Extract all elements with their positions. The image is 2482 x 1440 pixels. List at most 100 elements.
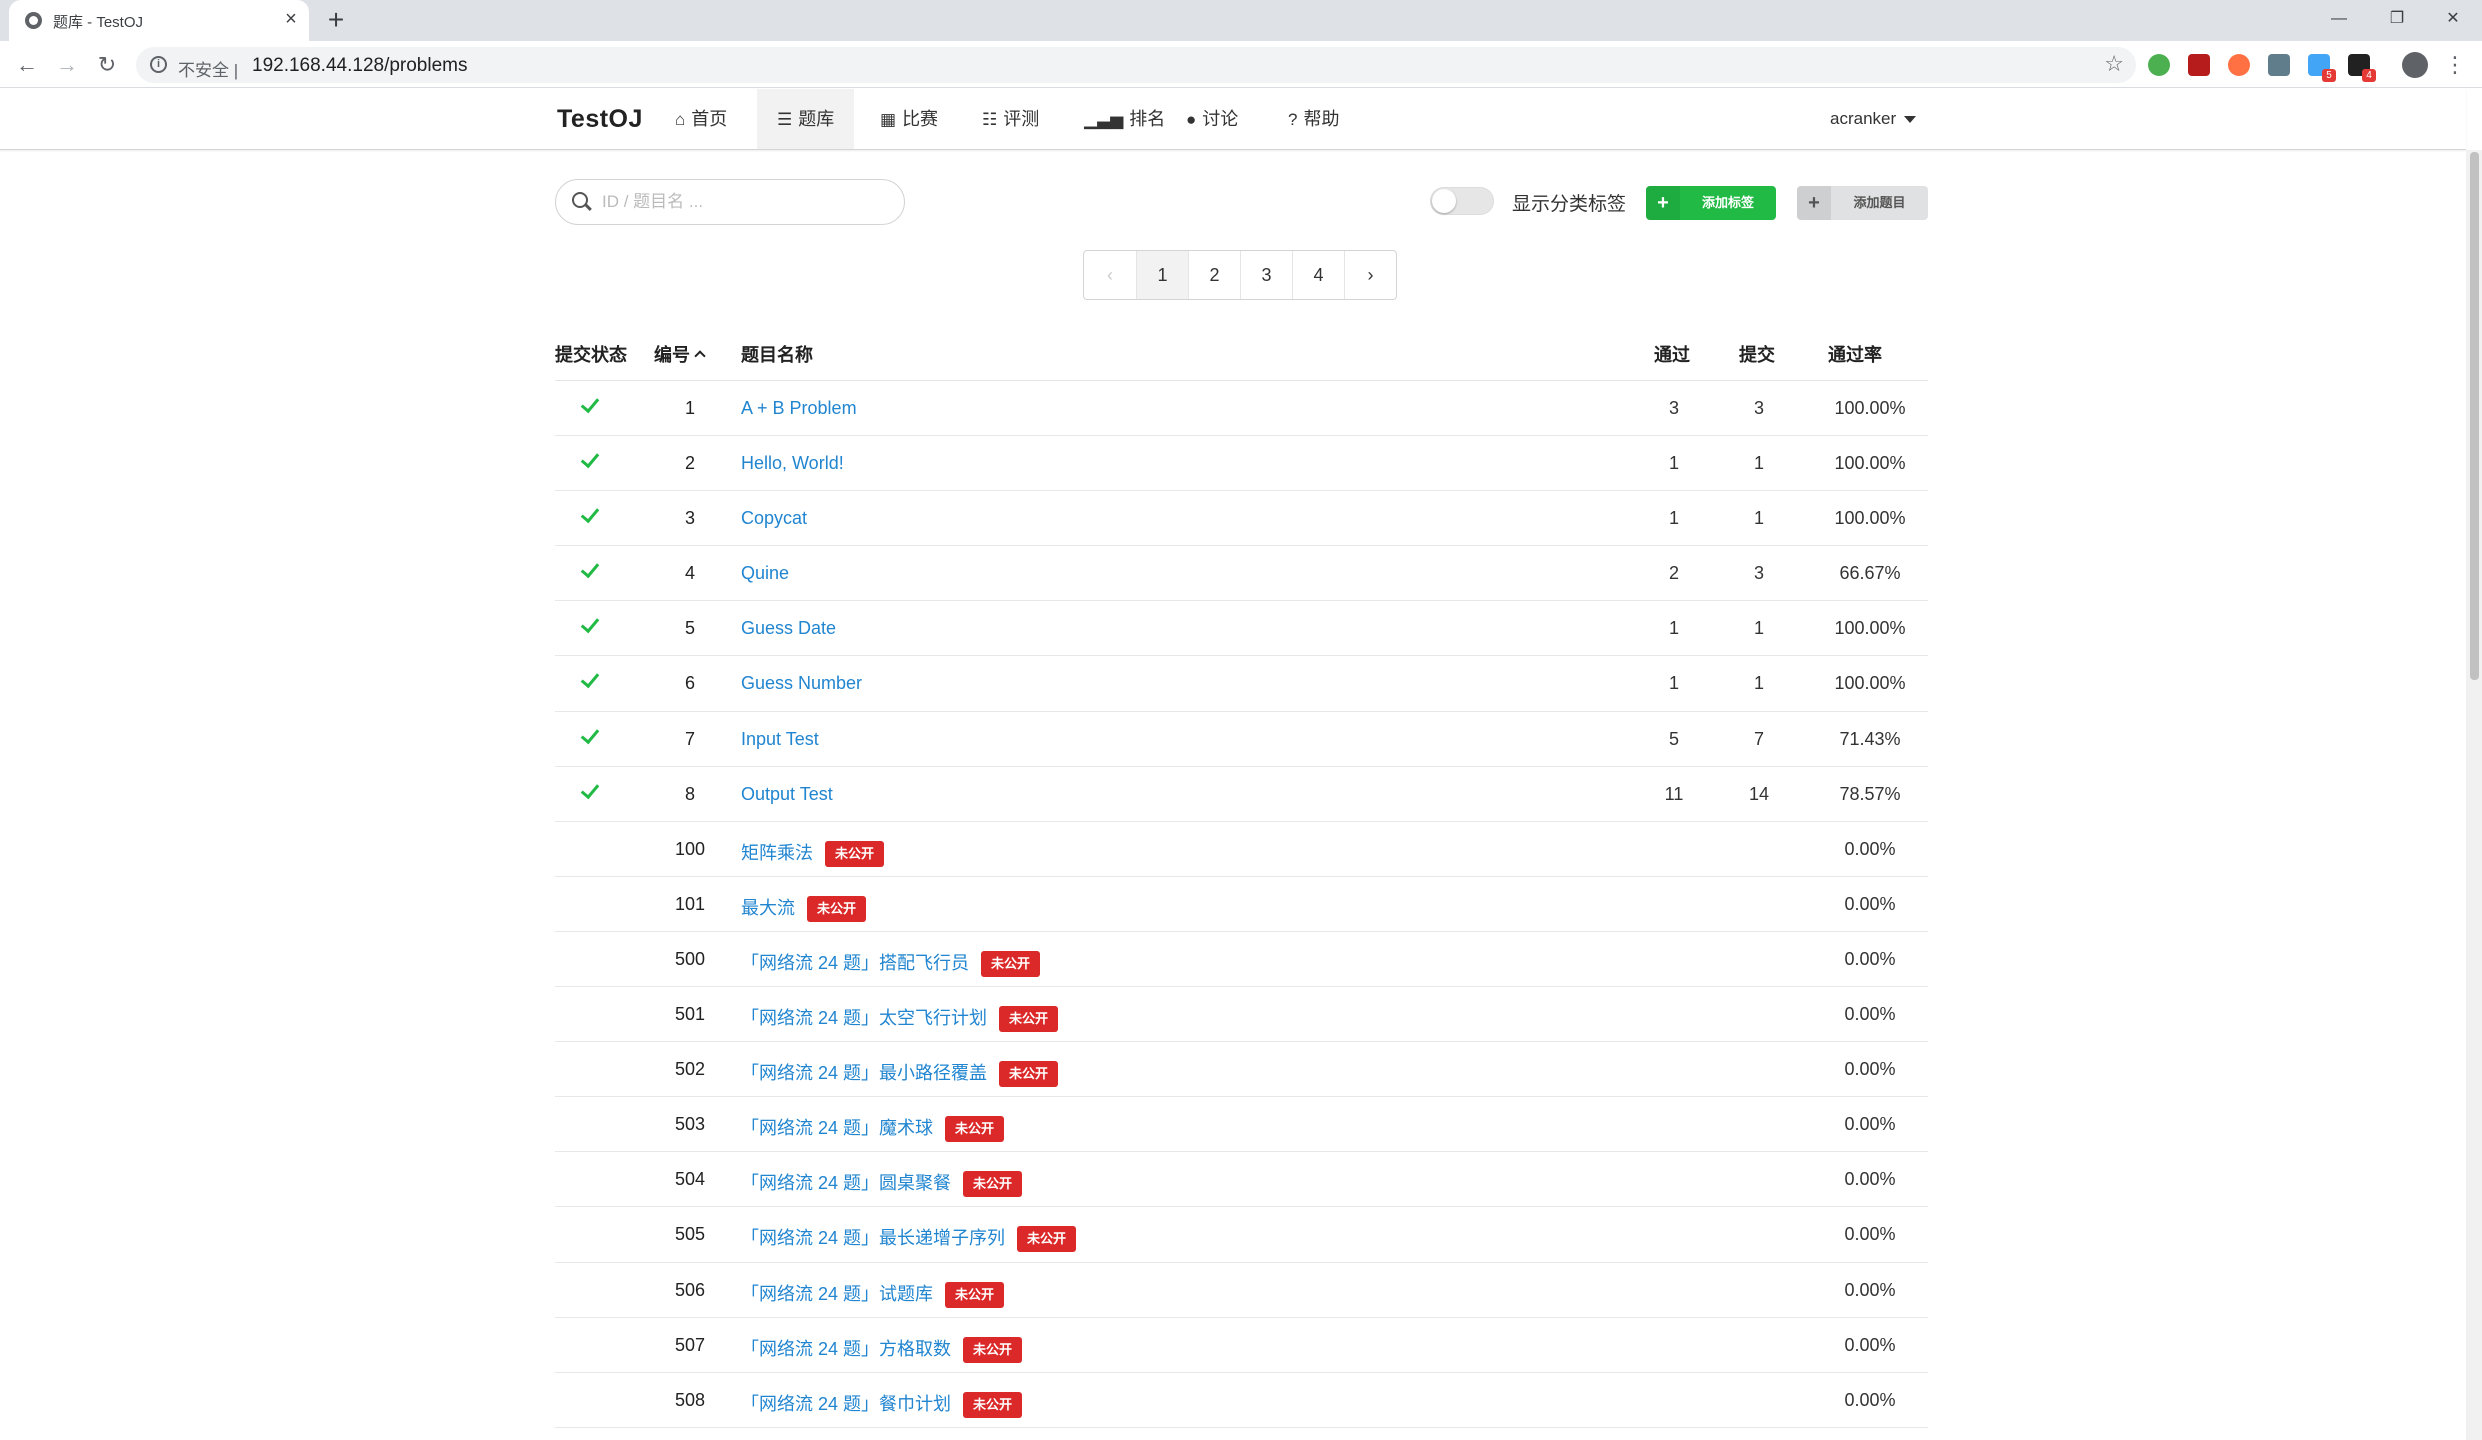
extension-icon[interactable] [2228,54,2250,76]
next-page-button[interactable]: › [1344,251,1396,299]
problem-id: 8 [684,783,695,804]
profile-avatar-icon[interactable] [2402,52,2428,78]
restore-window-button[interactable]: ❐ [2368,0,2426,38]
problem-title-link[interactable]: Copycat [741,508,807,528]
private-badge: 未公开 [999,1061,1059,1088]
submission-status [577,669,607,689]
forward-button[interactable]: → [50,48,84,82]
header-id[interactable]: 编号 [654,341,706,367]
accepted-count: 1 [1668,673,1679,694]
table-row: 507 「网络流 24 题」方格取数 未公开 0.00% [555,1318,1928,1373]
problem-id: 100 [674,838,706,859]
bookmark-star-icon[interactable]: ☆ [2104,51,2124,77]
problem-title-link[interactable]: A + B Problem [741,398,857,418]
nav-contests[interactable]: ▦ 比赛 [860,89,958,149]
url-text[interactable]: 192.168.44.128/problems [252,55,468,77]
submission-status [577,393,607,414]
site-logo[interactable]: TestOJ [557,105,643,134]
home-icon: ⌂ [675,110,686,129]
private-badge: 未公开 [981,950,1041,977]
address-bar[interactable]: i 不安全 | 192.168.44.128/problems ☆ [136,47,2136,83]
problem-title-link[interactable]: 「网络流 24 题」方格取数 [741,1339,951,1359]
plus-icon: + [1797,186,1831,220]
check-icon [580,614,600,634]
extension-icon[interactable]: 4 [2348,54,2376,82]
nav-help[interactable]: ? 帮助 [1268,89,1359,149]
show-tags-label[interactable]: 显示分类标签 [1512,189,1626,216]
pass-rate: 0.00% [1844,1224,1896,1245]
nav-discussion[interactable]: ● 讨论 [1166,89,1258,149]
problem-title-link[interactable]: Output Test [741,784,833,804]
nav-judge[interactable]: ☷ 评测 [962,89,1059,149]
problem-title-link[interactable]: Quine [741,563,789,583]
submission-status [577,724,607,744]
table-body: 1A + B Problem 3 3 100.00% 2 Hello, World! 1 1 1… [555,381,1928,1428]
page-2-button[interactable]: 2 [1188,251,1240,299]
browser-menu-icon[interactable]: ⋮ [2444,48,2466,82]
extension-icon[interactable] [2268,54,2290,76]
new-tab-button[interactable]: + [320,5,352,37]
private-badge: 未公开 [963,1391,1023,1418]
scrollbar-thumb[interactable] [2470,152,2479,680]
close-tab-icon[interactable]: × [280,8,302,30]
problem-title-link[interactable]: 「网络流 24 题」餐巾计划 [741,1394,951,1414]
show-tags-toggle[interactable] [1430,187,1494,215]
problem-title-link[interactable]: 「网络流 24 题」魔术球 [741,1118,933,1138]
problem-title-link[interactable]: 「网络流 24 题」太空飞行计划 [741,1008,987,1028]
search-box[interactable] [555,179,905,225]
problem-title-link[interactable]: Input Test [741,729,819,749]
private-badge: 未公开 [963,1171,1023,1198]
extension-icon[interactable] [2148,54,2170,76]
browser-tab[interactable]: 题库 - TestOJ × [9,0,309,41]
browser-toolbar: ← → ↻ i 不安全 | 192.168.44.128/problems ☆ … [0,41,2482,88]
problem-title-link[interactable]: 「网络流 24 题」最长递增子序列 [741,1228,1005,1248]
problem-title-link[interactable]: 「网络流 24 题」搭配飞行员 [741,953,969,973]
extension-icon[interactable]: 5 [2308,54,2336,82]
pass-rate: 66.67% [1839,563,1901,584]
page-1-button[interactable]: 1 [1136,251,1188,299]
tasks-icon: ☷ [982,110,998,129]
back-button[interactable]: ← [10,48,44,82]
problem-title-cell: Output Test [741,784,833,805]
page-4-button[interactable]: 4 [1292,251,1344,299]
nav-contests-label: 比赛 [902,109,939,129]
nav-problems[interactable]: ☰ 题库 [757,89,855,149]
user-dropdown[interactable]: acranker [1830,89,1917,149]
problem-id: 3 [684,508,695,529]
problem-id: 508 [674,1389,706,1410]
problem-table: 提交状态 编号 题目名称 通过 提交 通过率 1A + B Problem 3 3 1… [555,326,1928,1428]
info-icon[interactable]: i [150,56,167,73]
add-problem-button[interactable]: + 添加题目 [1797,186,1928,220]
problem-title-cell: 「网络流 24 题」太空飞行计划 未公开 [741,1004,1059,1033]
search-input[interactable] [602,189,892,215]
pass-rate: 100.00% [1834,398,1906,418]
prev-page-button[interactable]: ‹ [1084,251,1136,299]
add-tag-button[interactable]: + 添加标签 [1646,186,1776,220]
private-badge: 未公开 [963,1336,1023,1363]
problem-title-link[interactable]: Hello, World! [741,453,844,473]
problem-title-link[interactable]: 「网络流 24 题」圆桌聚餐 [741,1173,951,1193]
problem-title-link[interactable]: 最大流 [741,898,795,918]
problem-title-link[interactable]: Guess Number [741,673,862,693]
table-header: 提交状态 编号 题目名称 通过 提交 通过率 [555,326,1928,381]
pagination: ‹ 1 2 3 4 › [1083,250,1397,300]
problem-title-link[interactable]: Guess Date [741,618,836,638]
problem-title-link[interactable]: 「网络流 24 题」最小路径覆盖 [741,1063,987,1083]
problem-title-link[interactable]: 「网络流 24 题」试题库 [741,1284,933,1304]
header-id-label: 编号 [654,345,690,365]
problem-title-cell: Hello, World! [741,453,844,474]
nav-home[interactable]: ⌂ 首页 [655,89,747,149]
reload-button[interactable]: ↻ [90,48,124,82]
minimize-window-button[interactable]: — [2310,0,2368,38]
ublock-icon[interactable] [2188,54,2210,76]
page-3-button[interactable]: 3 [1240,251,1292,299]
problem-title-cell: A + B Problem [741,398,857,419]
pass-rate: 0.00% [1844,1114,1896,1135]
pass-rate: 0.00% [1844,1004,1896,1025]
signal-icon: ▁▃▅ [1084,110,1124,129]
problem-title-link[interactable]: 矩阵乘法 [741,843,813,863]
problem-title-cell: 「网络流 24 题」试题库 未公开 [741,1280,1005,1308]
toggle-knob [1432,189,1456,213]
sort-ascending-icon [694,350,706,362]
close-window-button[interactable]: ✕ [2424,0,2482,38]
